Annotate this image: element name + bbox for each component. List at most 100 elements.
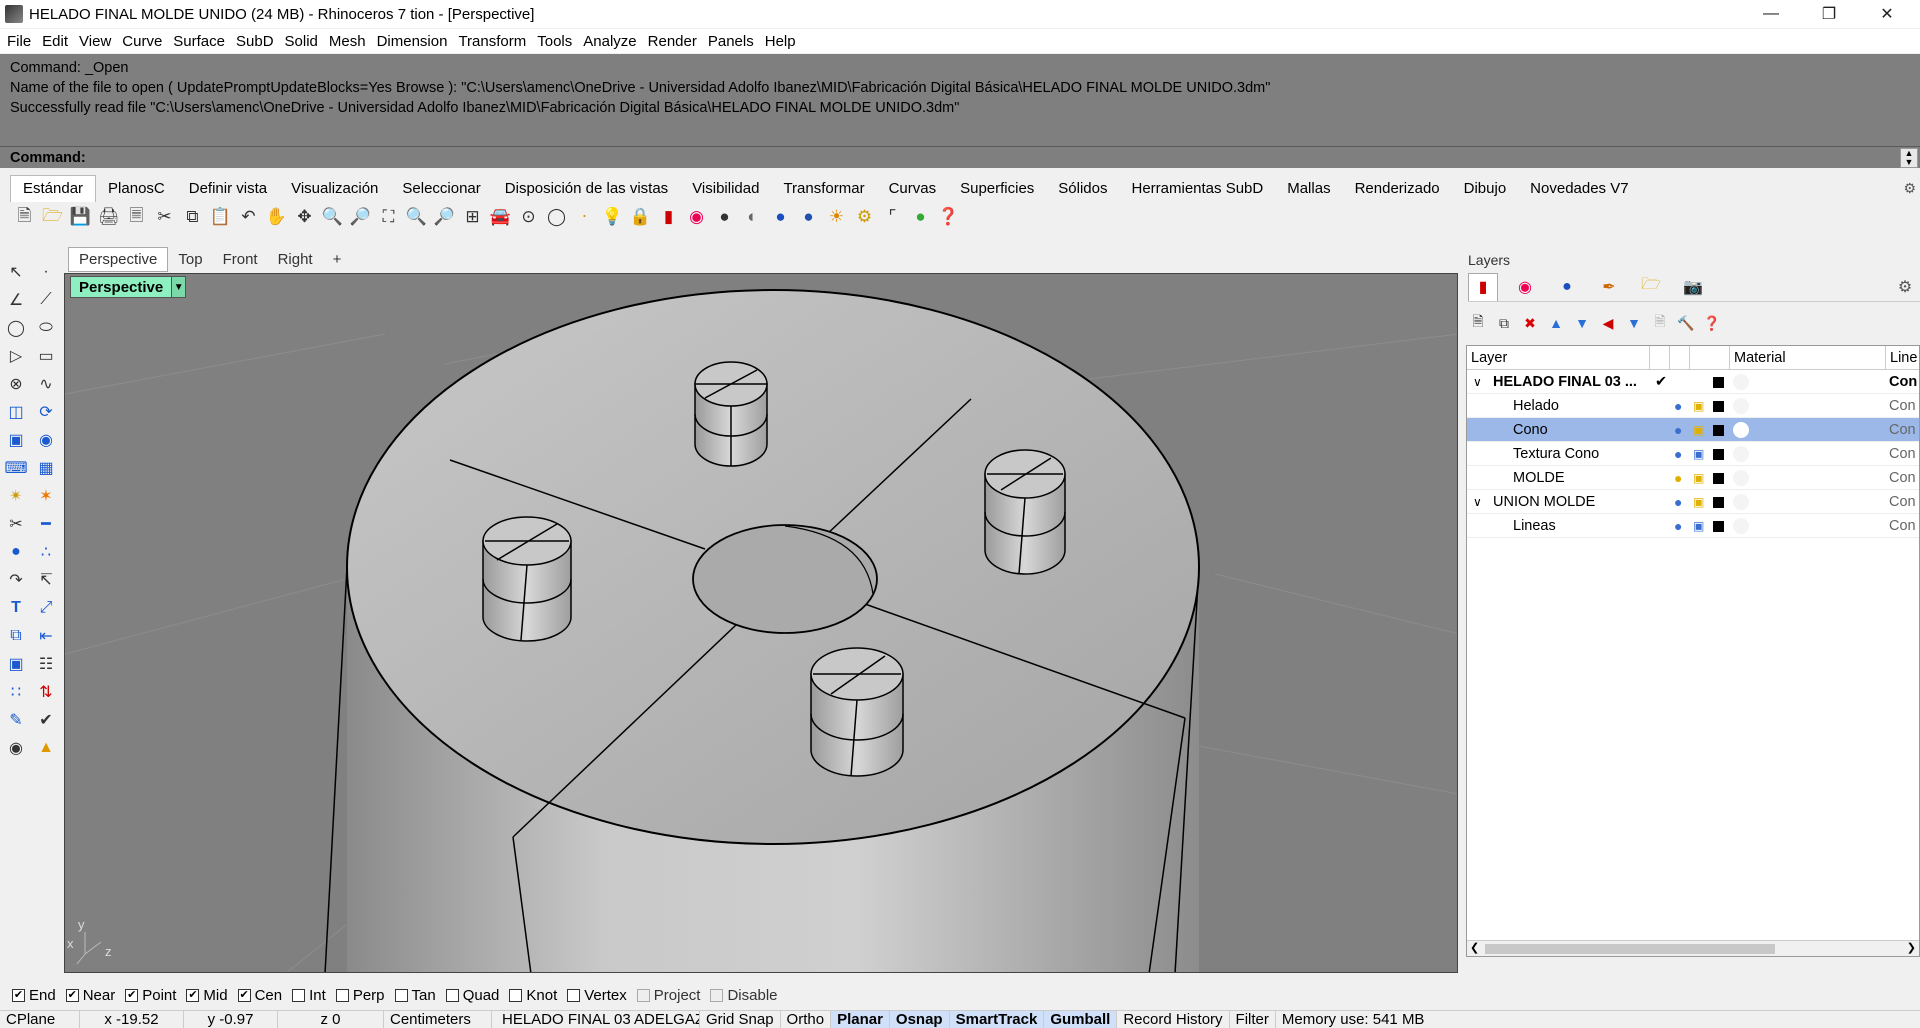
- layer-icon[interactable]: ▮: [656, 205, 681, 230]
- menu-analyze[interactable]: Analyze: [580, 33, 644, 50]
- current-layer[interactable]: HELADO FINAL 03 ADELGAZ: [492, 1010, 700, 1028]
- toolbar-tab[interactable]: Disposición de las vistas: [493, 176, 680, 202]
- status-toggle-record-history[interactable]: Record History: [1117, 1010, 1230, 1028]
- viewport-tab-front[interactable]: Front: [213, 248, 268, 271]
- viewport-label[interactable]: Perspective ▼: [70, 276, 187, 298]
- ellipse-icon[interactable]: ⬭: [32, 314, 60, 342]
- osnap-checkbox[interactable]: ✔: [65, 988, 79, 1002]
- osnap-checkbox[interactable]: ✔: [186, 988, 200, 1002]
- menu-edit[interactable]: Edit: [39, 33, 76, 50]
- menu-mesh[interactable]: Mesh: [326, 33, 374, 50]
- minimize-button[interactable]: —: [1742, 0, 1800, 28]
- material-swatch[interactable]: [1733, 394, 1749, 418]
- filter-icon[interactable]: ▼: [1624, 313, 1644, 333]
- toolbar-tab[interactable]: Transformar: [771, 176, 876, 202]
- perspective-viewport[interactable]: y x z Perspective ▼: [64, 273, 1458, 973]
- text-icon[interactable]: T: [2, 594, 30, 622]
- layer-color-swatch[interactable]: [1713, 370, 1724, 394]
- zoom-window-icon[interactable]: 🔎: [348, 205, 373, 230]
- linetype-cell[interactable]: Con: [1889, 514, 1916, 538]
- layer-name[interactable]: HELADO FINAL 03 ...: [1493, 370, 1637, 394]
- group-icon[interactable]: ∴: [32, 538, 60, 566]
- layer-help-icon[interactable]: ❓: [1702, 313, 1722, 333]
- column-material[interactable]: Material: [1729, 346, 1786, 370]
- material-tab-icon[interactable]: ●: [1552, 273, 1582, 301]
- cplane-icon[interactable]: ⊙: [516, 205, 541, 230]
- menu-curve[interactable]: Curve: [119, 33, 170, 50]
- toolbar-tab[interactable]: Dibujo: [1452, 176, 1519, 202]
- layer-row[interactable]: Textura Cono ● ▣ Con: [1467, 442, 1919, 466]
- current-layer-check-icon[interactable]: ✔: [1655, 370, 1667, 394]
- light-bulb-icon[interactable]: ●: [1674, 490, 1682, 514]
- point-icon[interactable]: ·: [32, 258, 60, 286]
- layer-name[interactable]: UNION MOLDE: [1493, 490, 1595, 514]
- toolbar-tab[interactable]: PlanosC: [96, 176, 177, 202]
- panel-settings-icon[interactable]: ⚙: [1890, 273, 1920, 301]
- zoom-selected-icon[interactable]: 🔍: [404, 205, 429, 230]
- four-viewports-icon[interactable]: ⊞: [460, 205, 485, 230]
- linetype-cell[interactable]: Con: [1889, 418, 1916, 442]
- brush-tab-icon[interactable]: ✒: [1594, 273, 1624, 301]
- column-layer[interactable]: Layer: [1471, 346, 1507, 370]
- fillet-icon[interactable]: ✴: [2, 482, 30, 510]
- chevron-down-icon[interactable]: ∨: [1473, 370, 1482, 394]
- toolbar-tab[interactable]: Superficies: [948, 176, 1046, 202]
- options-icon[interactable]: ⚙: [852, 205, 877, 230]
- unlock-icon[interactable]: ▣: [1693, 490, 1704, 514]
- menu-solid[interactable]: Solid: [282, 33, 326, 50]
- linetype-cell[interactable]: Con: [1889, 394, 1916, 418]
- toolbar-tab[interactable]: Seleccionar: [390, 176, 492, 202]
- status-toggle-planar[interactable]: Planar: [831, 1010, 890, 1028]
- layers-tab-icon[interactable]: ▮: [1468, 272, 1498, 301]
- layer-state-icon[interactable]: 🗎: [1650, 313, 1670, 333]
- toolbar-tab[interactable]: Mallas: [1275, 176, 1342, 202]
- surface-icon[interactable]: ◫: [2, 398, 30, 426]
- menu-file[interactable]: File: [4, 33, 39, 50]
- lock-icon[interactable]: ▣: [1693, 442, 1704, 466]
- 3d-scene[interactable]: y x z: [65, 274, 1458, 973]
- command-history-spin-icon[interactable]: ▲ ▼: [1900, 148, 1918, 168]
- linetype-cell[interactable]: Con: [1889, 466, 1916, 490]
- osnap-near[interactable]: ✔ Near: [65, 987, 115, 1004]
- toolbar-tab[interactable]: Visibilidad: [680, 176, 771, 202]
- select-points-icon[interactable]: ⋅: [572, 205, 597, 230]
- cut-icon[interactable]: ✂: [152, 205, 177, 230]
- cplane-label[interactable]: CPlane: [0, 1010, 80, 1028]
- status-toggle-ortho[interactable]: Ortho: [781, 1010, 832, 1028]
- named-views-icon[interactable]: 🚘: [488, 205, 513, 230]
- linetype-cell[interactable]: Con: [1889, 370, 1917, 394]
- print-icon[interactable]: 🖨: [96, 205, 121, 230]
- osnap-checkbox[interactable]: [567, 988, 581, 1002]
- toolbar-tab[interactable]: Curvas: [877, 176, 949, 202]
- pan-icon[interactable]: ✋: [264, 205, 289, 230]
- layer-name[interactable]: Lineas: [1513, 514, 1556, 538]
- check-icon[interactable]: ●: [908, 205, 933, 230]
- rotate-view-icon[interactable]: ✥: [292, 205, 317, 230]
- osnap-checkbox[interactable]: [445, 988, 459, 1002]
- trim-icon[interactable]: ✂: [2, 510, 30, 538]
- offset-icon[interactable]: ↷: [2, 566, 30, 594]
- menu-render[interactable]: Render: [645, 33, 705, 50]
- layer-row[interactable]: Helado ● ▣ Con: [1467, 394, 1919, 418]
- add-viewport-tab[interactable]: +: [323, 248, 352, 271]
- help-icon[interactable]: ❓: [936, 205, 961, 230]
- material-swatch[interactable]: [1733, 514, 1749, 538]
- import-icon[interactable]: 🗏: [124, 205, 149, 230]
- material-swatch[interactable]: [1733, 370, 1749, 394]
- osnap-checkbox[interactable]: [636, 988, 650, 1002]
- line-icon[interactable]: ⟋: [32, 286, 60, 314]
- toolbar-tab[interactable]: Estándar: [10, 175, 97, 202]
- status-toggle-smarttrack[interactable]: SmartTrack: [949, 1010, 1045, 1028]
- explode-icon[interactable]: ✶: [32, 482, 60, 510]
- command-line[interactable]: Command: ▲ ▼: [0, 146, 1920, 168]
- osnap-checkbox[interactable]: ✔: [237, 988, 251, 1002]
- chevron-down-icon[interactable]: ▼: [171, 277, 186, 297]
- osnap-int[interactable]: Int: [292, 987, 326, 1004]
- osnap-quad[interactable]: Quad: [445, 987, 499, 1004]
- light-bulb-icon[interactable]: ●: [1674, 514, 1682, 538]
- status-toggle-osnap[interactable]: Osnap: [889, 1010, 950, 1028]
- osnap-checkbox[interactable]: ✔: [12, 988, 25, 1002]
- layer-color-swatch[interactable]: [1713, 418, 1724, 442]
- layer-row[interactable]: ∨ UNION MOLDE ● ▣ Con: [1467, 490, 1919, 514]
- osnap-checkbox[interactable]: [394, 988, 408, 1002]
